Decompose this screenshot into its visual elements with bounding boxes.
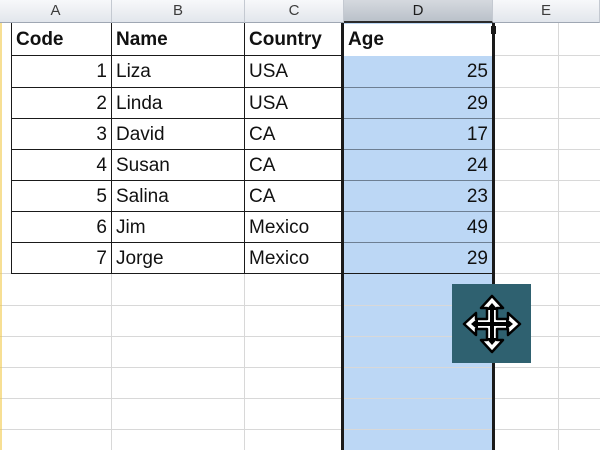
cell-name[interactable]: Jorge bbox=[112, 243, 244, 275]
header-age[interactable]: Age bbox=[344, 24, 492, 56]
cell-age[interactable]: 25 bbox=[344, 56, 492, 88]
gridline bbox=[495, 180, 600, 181]
selection-handle[interactable] bbox=[491, 26, 496, 34]
cell-code[interactable]: 1 bbox=[12, 56, 111, 88]
header-name[interactable]: Name bbox=[112, 24, 244, 56]
selection-border-right bbox=[492, 23, 495, 450]
cell-age[interactable]: 17 bbox=[344, 119, 492, 151]
cell-age[interactable]: 23 bbox=[344, 181, 492, 213]
header-code[interactable]: Code bbox=[12, 24, 111, 56]
move-cursor bbox=[452, 284, 531, 363]
gridline bbox=[495, 118, 600, 119]
column-header-d[interactable]: D bbox=[344, 0, 493, 23]
cell-code[interactable]: 5 bbox=[12, 181, 111, 213]
column-header-c[interactable]: C bbox=[245, 0, 344, 23]
cell-country[interactable]: USA bbox=[245, 56, 342, 88]
cell-code[interactable]: 6 bbox=[12, 212, 111, 244]
gridline bbox=[0, 429, 600, 430]
cell-country[interactable]: CA bbox=[245, 150, 342, 182]
cell-country[interactable]: USA bbox=[245, 88, 342, 120]
cell-code[interactable]: 3 bbox=[12, 119, 111, 151]
spreadsheet: A B C D E Code Name Country Age 1 Liza USA… bbox=[0, 0, 600, 450]
cell-name[interactable]: David bbox=[112, 119, 244, 151]
gridline bbox=[495, 242, 600, 243]
gridline bbox=[495, 55, 600, 56]
gridline bbox=[495, 87, 600, 88]
gridline bbox=[0, 367, 600, 368]
cell-name[interactable]: Susan bbox=[112, 150, 244, 182]
gridline bbox=[0, 398, 600, 399]
cell-code[interactable]: 4 bbox=[12, 150, 111, 182]
cell-age[interactable]: 29 bbox=[344, 88, 492, 120]
selection-border-left bbox=[341, 23, 344, 450]
sheet-left-edge bbox=[0, 23, 2, 450]
cell-code[interactable]: 2 bbox=[12, 88, 111, 120]
column-header-e[interactable]: E bbox=[493, 0, 600, 23]
column-header-b[interactable]: B bbox=[112, 0, 245, 23]
cell-country[interactable]: CA bbox=[245, 119, 342, 151]
cell-age[interactable]: 24 bbox=[344, 150, 492, 182]
header-country[interactable]: Country bbox=[245, 24, 342, 56]
gridline bbox=[495, 149, 600, 150]
cell-name[interactable]: Salina bbox=[112, 181, 244, 213]
cell-code[interactable]: 7 bbox=[12, 243, 111, 275]
column-header-a[interactable]: A bbox=[0, 0, 112, 23]
gridline bbox=[495, 211, 600, 212]
gridline bbox=[495, 273, 600, 274]
cell-name[interactable]: Jim bbox=[112, 212, 244, 244]
cell-country[interactable]: Mexico bbox=[245, 243, 342, 275]
cell-name[interactable]: Linda bbox=[112, 88, 244, 120]
cell-age[interactable]: 29 bbox=[344, 243, 492, 275]
cell-name[interactable]: Liza bbox=[112, 56, 244, 88]
cell-country[interactable]: Mexico bbox=[245, 212, 342, 244]
cell-age[interactable]: 49 bbox=[344, 212, 492, 244]
cell-country[interactable]: CA bbox=[245, 181, 342, 213]
move-cursor-icon bbox=[462, 294, 521, 353]
